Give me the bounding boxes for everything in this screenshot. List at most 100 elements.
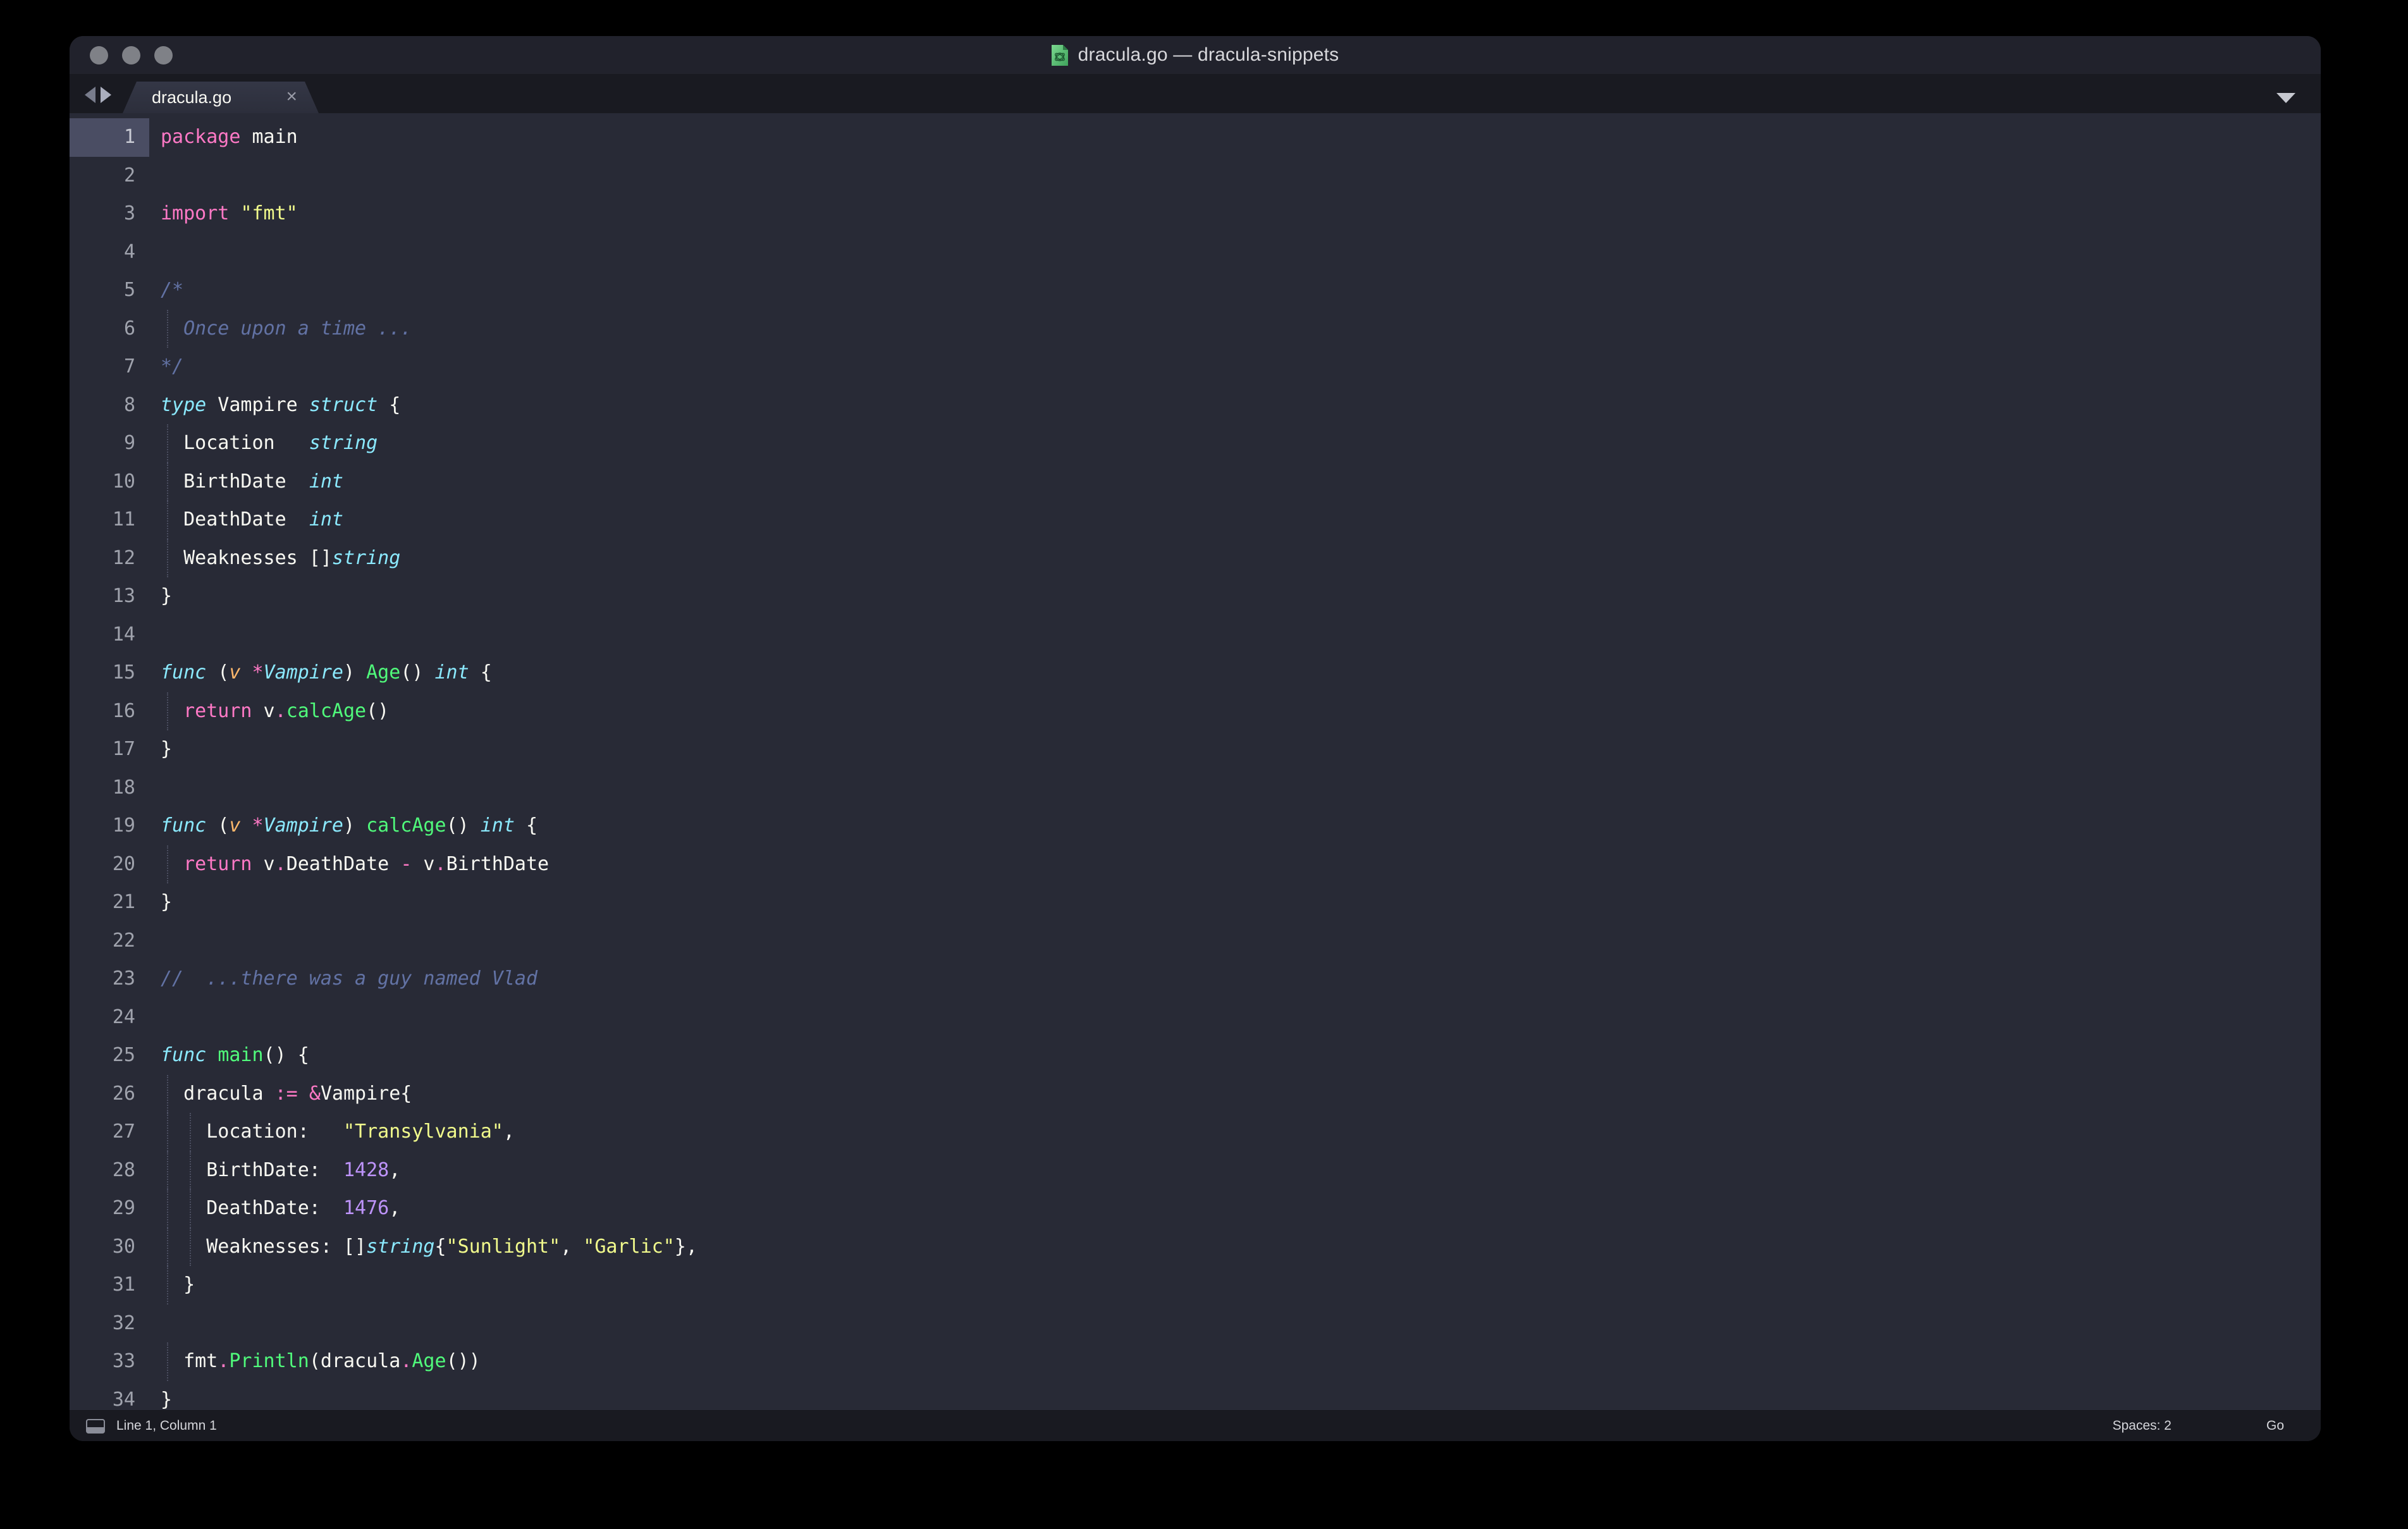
line-number[interactable]: 34 — [70, 1381, 149, 1411]
line-number[interactable]: 22 — [70, 922, 149, 961]
code-area[interactable]: package main​import "fmt"​/* Once upon a… — [149, 113, 2321, 1410]
indent-guide — [167, 1189, 168, 1228]
code-line[interactable]: ​ — [161, 233, 2321, 272]
line-number[interactable]: 13 — [70, 577, 149, 616]
code-line[interactable]: } — [161, 883, 2321, 922]
indentation-setting[interactable]: Spaces: 2 — [2113, 1418, 2172, 1434]
code-line[interactable]: return v.DeathDate - v.BirthDate — [161, 845, 2321, 883]
line-number[interactable]: 2 — [70, 157, 149, 195]
line-number[interactable]: 33 — [70, 1342, 149, 1381]
code-token: func — [161, 661, 207, 684]
line-number[interactable]: 3 — [70, 195, 149, 233]
code-editor[interactable]: 1 2 3 4 5 6 7 8 9 10 11 12 13 14 15 16 17 18 19 20 21 22 23 24 2… — [70, 113, 2321, 1410]
code-line[interactable]: Once upon a time ... — [161, 309, 2321, 348]
nav-forward-icon[interactable] — [101, 87, 111, 103]
code-line[interactable]: import "fmt" — [161, 195, 2321, 233]
line-number[interactable]: 6 — [70, 310, 149, 348]
code-line[interactable]: return v.calcAge() — [161, 692, 2321, 730]
code-line[interactable]: fmt.Println(dracula.Age()) — [161, 1342, 2321, 1381]
code-line[interactable]: ​ — [161, 157, 2321, 195]
code-token: "Sunlight" — [446, 1235, 561, 1258]
code-line[interactable]: ​ — [161, 998, 2321, 1037]
line-number[interactable]: 1 — [70, 118, 149, 157]
code-line[interactable]: } — [161, 1266, 2321, 1305]
line-number[interactable]: 24 — [70, 998, 149, 1037]
line-number[interactable]: 20 — [70, 845, 149, 884]
code-line[interactable]: } — [161, 577, 2321, 616]
code-token: Location — [161, 432, 309, 454]
line-number[interactable]: 5 — [70, 271, 149, 310]
line-number[interactable]: 27 — [70, 1113, 149, 1151]
line-number[interactable]: 15 — [70, 654, 149, 692]
indent-guide — [167, 1074, 168, 1113]
code-line[interactable]: Weaknesses: []string{"Sunlight", "Garlic… — [161, 1227, 2321, 1266]
code-line[interactable]: ​ — [161, 1305, 2321, 1343]
line-number[interactable]: 30 — [70, 1228, 149, 1267]
code-token: func — [161, 814, 207, 837]
line-number[interactable]: 26 — [70, 1075, 149, 1114]
line-number[interactable]: 18 — [70, 769, 149, 807]
code-token: Vampire — [263, 814, 343, 837]
code-line[interactable]: DeathDate int — [161, 501, 2321, 539]
nav-back-icon[interactable] — [85, 87, 95, 103]
line-number-gutter: 1 2 3 4 5 6 7 8 9 10 11 12 13 14 15 16 17 18 19 20 21 22 23 24 2… — [70, 113, 149, 1410]
code-token: string — [309, 432, 378, 454]
code-line[interactable]: // ...there was a guy named Vlad — [161, 960, 2321, 998]
code-line[interactable]: BirthDate: 1428, — [161, 1151, 2321, 1189]
code-token: string — [366, 1235, 435, 1258]
line-number[interactable]: 10 — [70, 463, 149, 501]
code-line[interactable]: BirthDate int — [161, 462, 2321, 501]
line-number[interactable]: 8 — [70, 386, 149, 425]
code-token: { — [378, 393, 401, 416]
line-number[interactable]: 11 — [70, 501, 149, 539]
line-number[interactable]: 16 — [70, 692, 149, 731]
close-button[interactable] — [90, 46, 108, 64]
code-line[interactable]: } — [161, 730, 2321, 769]
tab-close-icon[interactable]: × — [286, 87, 297, 106]
code-line[interactable]: Weaknesses []string — [161, 539, 2321, 577]
code-line[interactable]: type Vampire struct { — [161, 386, 2321, 425]
code-line[interactable]: package main — [161, 118, 2321, 157]
console-panel-icon[interactable] — [86, 1418, 105, 1434]
indent-guide — [190, 1151, 191, 1189]
line-number[interactable]: 25 — [70, 1036, 149, 1075]
code-line[interactable]: Location string — [161, 424, 2321, 463]
code-line[interactable]: } — [161, 1381, 2321, 1411]
code-line[interactable]: func (v *Vampire) calcAge() int { — [161, 807, 2321, 845]
line-number[interactable]: 4 — [70, 233, 149, 272]
code-token: Age — [366, 661, 401, 684]
code-token: main — [240, 126, 298, 148]
line-number[interactable]: 29 — [70, 1189, 149, 1228]
code-token: . — [274, 852, 286, 875]
minimize-button[interactable] — [122, 46, 140, 64]
code-line[interactable]: func (v *Vampire) Age() int { — [161, 654, 2321, 692]
code-line[interactable]: ​ — [161, 616, 2321, 654]
zoom-button[interactable] — [154, 46, 173, 64]
code-line[interactable]: ​ — [161, 922, 2321, 961]
code-line[interactable]: */ — [161, 348, 2321, 386]
line-number[interactable]: 31 — [70, 1266, 149, 1305]
line-number[interactable]: 28 — [70, 1151, 149, 1190]
code-line[interactable]: Location: "Transylvania", — [161, 1113, 2321, 1151]
line-number[interactable]: 21 — [70, 883, 149, 922]
line-number[interactable]: 17 — [70, 730, 149, 769]
tab-dracula-go[interactable]: dracula.go × — [123, 82, 319, 113]
syntax-setting[interactable]: Go — [2266, 1418, 2284, 1434]
line-number[interactable]: 7 — [70, 348, 149, 386]
indent-guide — [167, 692, 168, 730]
line-number[interactable]: 12 — [70, 539, 149, 578]
line-number[interactable]: 9 — [70, 424, 149, 463]
line-number[interactable]: 32 — [70, 1305, 149, 1343]
code-token: Println — [229, 1350, 309, 1372]
code-token: := — [274, 1082, 298, 1105]
chevron-down-icon[interactable] — [2276, 93, 2295, 103]
code-line[interactable]: ​ — [161, 769, 2321, 807]
code-line[interactable]: dracula := &Vampire{ — [161, 1074, 2321, 1113]
line-number[interactable]: 14 — [70, 616, 149, 654]
code-line[interactable]: DeathDate: 1476, — [161, 1189, 2321, 1228]
code-line[interactable]: func main() { — [161, 1036, 2321, 1075]
code-token: () — [446, 814, 481, 837]
code-line[interactable]: /* — [161, 271, 2321, 310]
line-number[interactable]: 23 — [70, 960, 149, 998]
line-number[interactable]: 19 — [70, 807, 149, 845]
